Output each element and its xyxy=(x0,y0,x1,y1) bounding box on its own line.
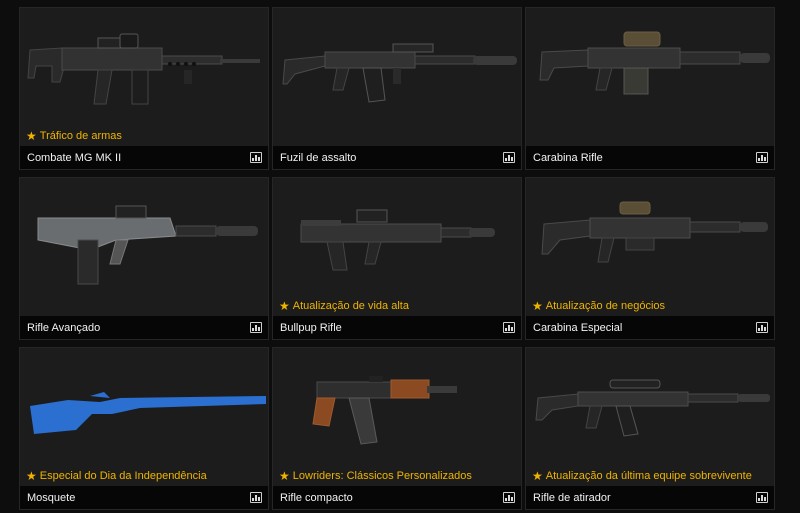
special-carbine-image xyxy=(541,201,768,263)
star-icon: ★ xyxy=(26,129,37,143)
stats-chart-icon[interactable] xyxy=(756,152,768,163)
star-icon: ★ xyxy=(279,299,290,313)
badge-label: Atualização de vida alta xyxy=(292,300,409,312)
stats-chart-icon[interactable] xyxy=(250,152,262,163)
badge: ★ Lowriders: Clássicos Personalizados xyxy=(279,468,472,484)
stats-chart-icon[interactable] xyxy=(503,152,515,163)
name-bar: Combate MG MK II xyxy=(20,146,268,169)
weapon-card-musket[interactable]: ★ Especial do Dia da Independência Mosqu… xyxy=(19,347,269,510)
star-icon: ★ xyxy=(279,469,290,483)
weapon-card-carbine-rifle[interactable]: Carabina Rifle xyxy=(525,7,775,170)
badge-label: Atualização de negócios xyxy=(545,300,666,312)
badge-label: Especial do Dia da Independência xyxy=(39,470,207,482)
weapon-card-advanced-rifle[interactable]: Rifle Avançado xyxy=(19,177,269,340)
badge: ★ Atualização de negócios xyxy=(532,298,665,314)
name-bar: Rifle Avançado xyxy=(20,316,268,339)
star-icon: ★ xyxy=(26,469,37,483)
carbine-rifle-image xyxy=(539,31,770,95)
weapon-card-combat-mg-mk2[interactable]: ★ Tráfico de armas Combate MG MK II xyxy=(19,7,269,170)
weapon-name: Fuzil de assalto xyxy=(280,151,357,164)
name-bar: Rifle compacto xyxy=(273,486,521,509)
stats-chart-icon[interactable] xyxy=(250,492,262,503)
name-bar: Carabina Especial xyxy=(526,316,774,339)
badge: ★ Atualização da última equipe sobrevive… xyxy=(532,468,752,484)
compact-rifle-image xyxy=(312,376,457,445)
musket-image xyxy=(30,392,266,434)
advanced-rifle-image xyxy=(37,205,258,285)
stats-chart-icon[interactable] xyxy=(503,492,515,503)
badge-label: Tráfico de armas xyxy=(39,130,122,142)
badge: ★ Tráfico de armas xyxy=(26,128,122,144)
name-bar: Carabina Rifle xyxy=(526,146,774,169)
name-bar: Bullpup Rifle xyxy=(273,316,521,339)
weapon-card-compact-rifle[interactable]: ★ Lowriders: Clássicos Personalizados Ri… xyxy=(272,347,522,510)
weapon-card-bullpup-rifle[interactable]: ★ Atualização de vida alta Bullpup Rifle xyxy=(272,177,522,340)
star-icon: ★ xyxy=(532,469,543,483)
weapon-name: Mosquete xyxy=(27,491,76,504)
stats-chart-icon[interactable] xyxy=(756,322,768,333)
name-bar: Rifle de atirador xyxy=(526,486,774,509)
name-bar: Mosquete xyxy=(20,486,268,509)
weapon-name: Rifle Avançado xyxy=(27,321,101,334)
assault-rifle-image xyxy=(282,43,517,103)
stats-chart-icon[interactable] xyxy=(250,322,262,333)
weapon-name: Rifle compacto xyxy=(280,491,353,504)
star-icon: ★ xyxy=(532,299,543,313)
name-bar: Fuzil de assalto xyxy=(273,146,521,169)
badge: ★ Especial do Dia da Independência xyxy=(26,468,207,484)
stats-chart-icon[interactable] xyxy=(756,492,768,503)
stats-chart-icon[interactable] xyxy=(503,322,515,333)
weapon-card-marksman-rifle[interactable]: ★ Atualização da última equipe sobrevive… xyxy=(525,347,775,510)
bullpup-rifle-image xyxy=(300,209,495,271)
marksman-rifle-image xyxy=(535,379,770,437)
weapon-name: Carabina Rifle xyxy=(533,151,603,164)
badge-label: Lowriders: Clássicos Personalizados xyxy=(292,470,472,482)
badge: ★ Atualização de vida alta xyxy=(279,298,409,314)
weapon-name: Carabina Especial xyxy=(533,321,623,334)
combat-mg-mk2-image xyxy=(27,33,260,105)
weapon-card-special-carbine[interactable]: ★ Atualização de negócios Carabina Espec… xyxy=(525,177,775,340)
badge-label: Atualização da última equipe sobrevivent… xyxy=(545,470,752,482)
weapon-name: Bullpup Rifle xyxy=(280,321,342,334)
weapon-grid: ★ Tráfico de armas Combate MG MK II Fuzi… xyxy=(19,7,775,510)
weapon-name: Rifle de atirador xyxy=(533,491,611,504)
weapon-card-assault-rifle[interactable]: Fuzil de assalto xyxy=(272,7,522,170)
weapon-name: Combate MG MK II xyxy=(27,151,122,164)
